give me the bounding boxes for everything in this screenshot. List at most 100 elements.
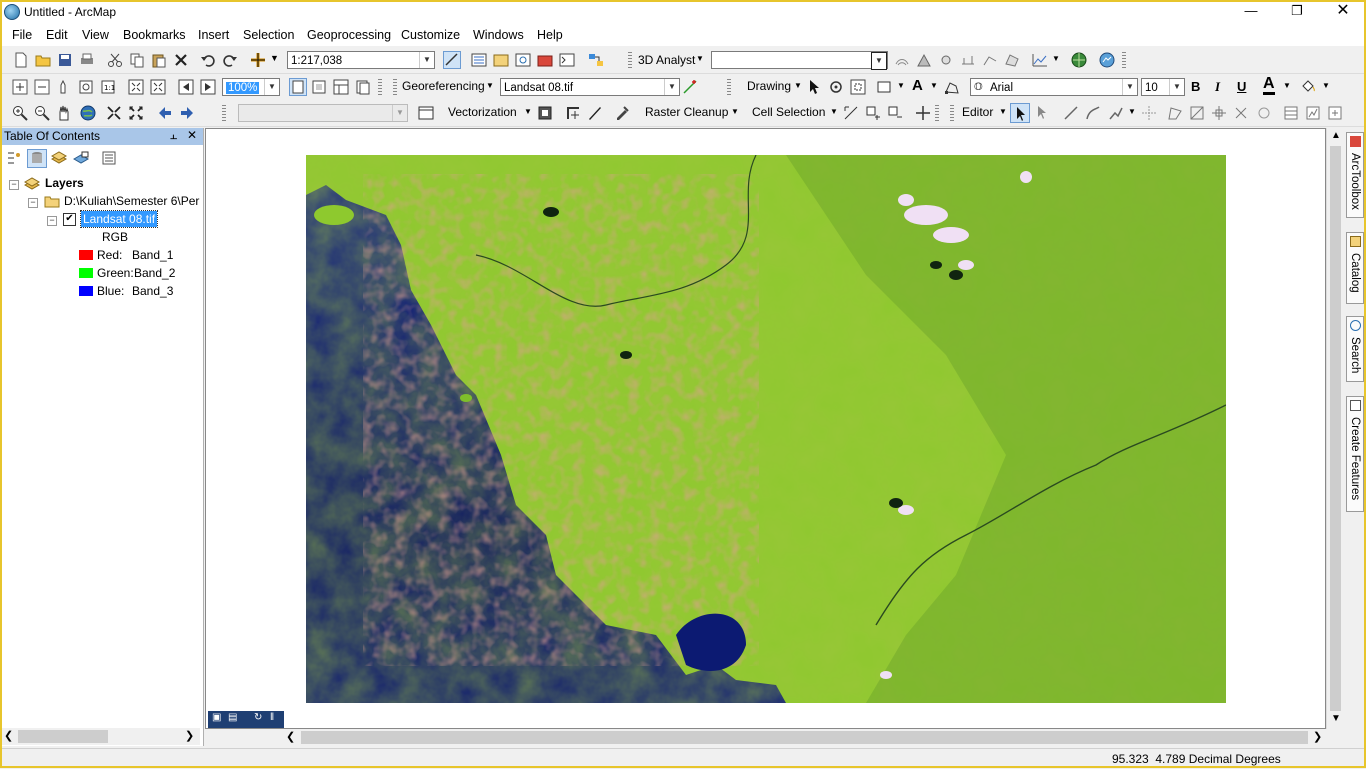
fixed-zoom-in-page-icon[interactable] — [128, 79, 144, 95]
italic-button[interactable]: I — [1215, 79, 1220, 95]
new-text-tool[interactable]: A — [912, 77, 923, 94]
menu-edit[interactable]: Edit — [46, 28, 68, 42]
collapse-toggle[interactable]: − — [9, 180, 19, 190]
landsat-raster-image[interactable] — [306, 155, 1226, 703]
reshape-feature-icon[interactable] — [1167, 105, 1183, 121]
toolbar-grip[interactable] — [393, 79, 397, 95]
pause-drawing-icon[interactable]: ‖ — [270, 712, 274, 723]
3d-analyst-label[interactable]: 3D Analyst — [638, 53, 695, 67]
chevron-down-icon[interactable]: ▼ — [696, 54, 704, 63]
scroll-up-arrow-icon[interactable]: ▲ — [1331, 130, 1341, 141]
generate-features-icon[interactable] — [565, 105, 581, 121]
menu-customize[interactable]: Customize — [401, 28, 460, 42]
chevron-down-icon[interactable]: ▼ — [731, 107, 739, 116]
font-size-combo[interactable]: 10 ▼ — [1141, 78, 1185, 96]
georeferencing-label[interactable]: Georeferencing — [402, 79, 485, 93]
steepest-path-icon[interactable] — [916, 52, 932, 68]
zoom-100-icon[interactable]: 1:1 — [100, 79, 116, 95]
restore-button[interactable]: ❐ — [1274, 0, 1320, 24]
chevron-down-icon[interactable]: ▼ — [930, 81, 938, 90]
cell-selection-label[interactable]: Cell Selection — [752, 105, 825, 119]
bold-button[interactable]: B — [1191, 79, 1200, 94]
menu-selection[interactable]: Selection — [243, 28, 294, 42]
map-vertical-scrollbar[interactable]: ▲ ▼ — [1326, 128, 1344, 729]
delete-icon[interactable] — [173, 52, 189, 68]
rotate-icon[interactable] — [828, 79, 844, 95]
zoom-in-fixed-icon[interactable] — [12, 79, 28, 95]
attributes-icon[interactable] — [1283, 105, 1299, 121]
georeferencing-layer-combo[interactable]: Landsat 08.tif ▼ — [500, 78, 680, 96]
select-connected-cells-icon[interactable] — [843, 105, 859, 121]
scroll-down-arrow-icon[interactable]: ▼ — [1331, 713, 1341, 724]
chevron-down-icon[interactable]: ▼ — [830, 107, 838, 116]
3d-analyst-layer-combo[interactable]: ▼ — [711, 51, 888, 70]
drawing-label[interactable]: Drawing — [747, 79, 791, 93]
catalog-tab[interactable]: Catalog — [1346, 232, 1364, 304]
cut-polygons-icon[interactable] — [1189, 105, 1205, 121]
arctoolbox-tab[interactable]: ArcToolbox — [1346, 132, 1364, 218]
landsat-layer[interactable]: Landsat 08.tif — [79, 210, 159, 228]
interpolate-line-icon[interactable] — [982, 52, 998, 68]
vectorization-settings-icon[interactable] — [537, 105, 553, 121]
menu-view[interactable]: View — [82, 28, 109, 42]
toc-options-icon[interactable] — [101, 150, 117, 166]
edit-annotation-tool-icon[interactable] — [1036, 105, 1052, 121]
minimize-button[interactable]: — — [1228, 0, 1274, 24]
raster-cleanup-label[interactable]: Raster Cleanup — [645, 105, 728, 119]
select-elements-icon[interactable] — [806, 79, 822, 95]
line-of-sight-icon[interactable] — [938, 52, 954, 68]
add-control-points-icon[interactable] — [682, 79, 698, 95]
undo-icon[interactable] — [200, 52, 216, 68]
arcglobe-icon[interactable] — [1071, 52, 1087, 68]
python-window-icon[interactable] — [559, 52, 575, 68]
save-icon[interactable] — [57, 52, 73, 68]
rotate-feature-icon[interactable] — [1233, 105, 1249, 121]
zoom-in-icon[interactable] — [12, 105, 28, 121]
list-by-source-icon[interactable] — [27, 149, 47, 168]
toolbar-grip[interactable] — [1122, 52, 1126, 68]
chevron-down-icon[interactable]: ▼ — [486, 81, 494, 90]
collapse-toggle[interactable]: − — [28, 198, 38, 208]
focus-data-frame-icon[interactable] — [311, 79, 327, 95]
scroll-left-arrow-icon[interactable]: ❮ — [286, 730, 295, 743]
profile-graph-icon[interactable] — [1032, 52, 1048, 68]
toolbar-grip[interactable] — [935, 105, 939, 121]
end-point-arc-icon[interactable] — [1085, 105, 1101, 121]
sketch-properties-icon[interactable] — [1256, 105, 1272, 121]
chevron-down-icon[interactable]: ▼ — [1128, 107, 1136, 116]
sketch-icon[interactable] — [1305, 105, 1321, 121]
refresh-view-icon[interactable]: ↻ — [254, 712, 262, 723]
chevron-down-icon[interactable]: ▼ — [794, 81, 802, 90]
chevron-down-icon[interactable]: ▼ — [999, 107, 1007, 116]
toc-horizontal-scrollbar[interactable]: ❮ ❯ — [0, 728, 200, 745]
previous-page-extent-icon[interactable] — [178, 79, 194, 95]
zoom-out-fixed-icon[interactable] — [34, 79, 50, 95]
go-forward-arrow-icon[interactable] — [179, 105, 195, 121]
cell-selection-remove-icon[interactable] — [887, 105, 903, 121]
font-name-combo[interactable]: 𝕆 Arial ▼ — [970, 78, 1138, 96]
toggle-draft-mode-icon[interactable] — [289, 78, 307, 96]
redo-icon[interactable] — [222, 52, 238, 68]
scroll-thumb[interactable] — [18, 730, 108, 743]
scroll-thumb[interactable] — [1330, 146, 1341, 711]
zoom-percent-combo[interactable]: 100% ▼ — [222, 78, 280, 96]
full-extent-globe-icon[interactable] — [80, 105, 96, 121]
catalog-window-icon[interactable] — [493, 52, 509, 68]
print-icon[interactable] — [79, 52, 95, 68]
pan-page-icon[interactable] — [56, 79, 72, 95]
chevron-down-icon[interactable]: ▼ — [524, 107, 532, 116]
split-tool-icon[interactable] — [1211, 105, 1227, 121]
rectangle-icon[interactable] — [876, 79, 892, 95]
interpolate-polygon-icon[interactable] — [1004, 52, 1020, 68]
chevron-down-icon[interactable]: ▼ — [1283, 81, 1291, 90]
close-button[interactable]: ✕ — [1320, 0, 1366, 24]
chevron-down-icon[interactable]: ▼ — [1322, 81, 1330, 90]
interpolate-point-icon[interactable] — [960, 52, 976, 68]
editor-label[interactable]: Editor — [962, 105, 993, 119]
cell-selection-add-icon[interactable] — [865, 105, 881, 121]
select-by-location-icon[interactable] — [418, 105, 434, 121]
next-page-extent-icon[interactable] — [200, 79, 216, 95]
arcscene-icon[interactable] — [1099, 52, 1115, 68]
map-display[interactable]: ▣ ▤ ↻ ‖ — [205, 128, 1326, 729]
menu-bookmarks[interactable]: Bookmarks — [123, 28, 186, 42]
